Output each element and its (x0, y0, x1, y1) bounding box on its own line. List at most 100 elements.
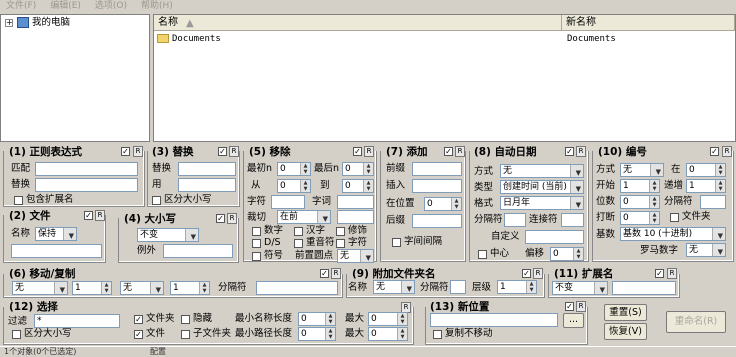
regex-enable-checkbox[interactable]: ✓ (121, 147, 130, 156)
autodate-sep-input[interactable] (504, 213, 526, 227)
remove-chars-input[interactable] (271, 195, 305, 209)
num-pad-spinner[interactable]: 0 ▲ ▼ (620, 195, 660, 209)
sel-subfolders-checkbox[interactable] (181, 330, 190, 339)
rename-button[interactable]: 重命名(R) (666, 311, 726, 333)
regex-replace-input[interactable] (35, 178, 138, 192)
remove-to-spinner[interactable]: 0 ▲ ▼ (342, 179, 374, 193)
remove-from-spinner[interactable]: 0 ▲ ▼ (277, 179, 311, 193)
file-reset-button[interactable]: R (95, 210, 105, 221)
foldername-name-dropdown[interactable]: 无 ▼ (373, 280, 415, 294)
remove-last-spinner[interactable]: 0 ▲ ▼ (342, 162, 374, 176)
folder-tree[interactable]: + 我的电脑 (0, 14, 150, 142)
autodate-mode-dropdown[interactable]: 无 ▼ (500, 164, 584, 178)
sel-max2-spinner[interactable]: 0 ▲ ▼ (368, 327, 408, 341)
reset-button[interactable]: 重置(S) (604, 304, 647, 321)
autodate-center-checkbox[interactable] (478, 250, 487, 259)
num-mode-dropdown[interactable]: 无 ▼ (620, 163, 664, 177)
spinner-arrows-icon[interactable]: ▲ ▼ (397, 328, 407, 340)
menu-help[interactable]: 帮助(H) (141, 0, 173, 14)
case-enable-checkbox[interactable]: ✓ (216, 214, 225, 223)
newlocation-reset-button[interactable]: R (576, 301, 586, 312)
selection-filter-input[interactable]: * (34, 314, 120, 328)
num-inc-spinner[interactable]: 1 ▲ ▼ (686, 179, 726, 193)
movecopy-reset-button[interactable]: R (331, 268, 341, 279)
remove-first-spinner[interactable]: 0 ▲ ▼ (277, 162, 311, 176)
sel-folders-checkbox[interactable]: ✓ (134, 315, 143, 324)
num-base-dropdown[interactable]: 基数 10 (十进制) ▼ (620, 227, 726, 241)
extension-mode-dropdown[interactable]: 不变 ▼ (552, 281, 608, 295)
spinner-arrows-icon[interactable]: ▲ ▼ (325, 328, 335, 340)
extension-reset-button[interactable]: R (667, 268, 677, 279)
spinner-arrows-icon[interactable]: ▲ ▼ (649, 212, 659, 224)
extension-enable-checkbox[interactable]: ✓ (655, 269, 664, 278)
foldername-sep-input[interactable] (450, 280, 466, 294)
file-name-input[interactable] (11, 244, 102, 258)
movecopy-b-dropdown[interactable]: 无 ▼ (120, 281, 164, 295)
add-enable-checkbox[interactable]: ✓ (444, 147, 453, 156)
file-name-dropdown[interactable]: 保持 ▼ (35, 227, 77, 241)
replace-reset-button[interactable]: R (229, 146, 239, 157)
newlocation-enable-checkbox[interactable]: ✓ (565, 302, 574, 311)
newlocation-path-input[interactable] (430, 313, 558, 327)
column-header-name[interactable]: 名称 ▲ (154, 15, 562, 31)
sel-files-checkbox[interactable]: ✓ (134, 330, 143, 339)
spinner-arrows-icon[interactable]: ▲ ▼ (715, 164, 725, 176)
browse-button[interactable]: ... (563, 313, 584, 328)
replace-enable-checkbox[interactable]: ✓ (218, 147, 227, 156)
autodate-custom-input[interactable] (525, 230, 584, 244)
foldername-levels-spinner[interactable]: 1 ▲ ▼ (497, 280, 537, 294)
autodate-type-dropdown[interactable]: 创建时间 (当前) ▼ (500, 180, 584, 194)
num-start-spinner[interactable]: 1 ▲ ▼ (620, 179, 660, 193)
sel-hidden-checkbox[interactable] (181, 315, 190, 324)
spinner-arrows-icon[interactable]: ▲ ▼ (573, 248, 583, 260)
spinner-arrows-icon[interactable]: ▲ ▼ (300, 163, 310, 175)
extension-input[interactable] (612, 281, 676, 295)
spinner-arrows-icon[interactable]: ▲ ▼ (101, 282, 111, 294)
remove-crop-dropdown[interactable]: 在前 ▼ (277, 210, 331, 224)
remove-ds-checkbox[interactable] (252, 239, 261, 248)
movecopy-sep-input[interactable] (256, 281, 338, 295)
remove-trim-checkbox[interactable] (336, 227, 345, 236)
sel-max1-spinner[interactable]: 0 ▲ ▼ (368, 312, 408, 326)
file-list[interactable]: 名称 ▲ 新名称 Documents Documents (153, 14, 736, 142)
remove-lead-dropdown[interactable]: 无 ▼ (337, 249, 374, 263)
spinner-arrows-icon[interactable]: ▲ ▼ (715, 180, 725, 192)
num-folder-checkbox[interactable] (670, 213, 679, 222)
num-break-spinner[interactable]: 0 ▲ ▼ (620, 211, 660, 225)
tree-root-label[interactable]: 我的电脑 (32, 17, 70, 29)
foldername-enable-checkbox[interactable]: ✓ (522, 269, 531, 278)
remove-reset-button[interactable]: R (364, 146, 374, 157)
regex-match-input[interactable] (35, 162, 138, 176)
remove-enable-checkbox[interactable]: ✓ (353, 147, 362, 156)
menu-edit[interactable]: 编辑(E) (50, 0, 81, 14)
case-mode-dropdown[interactable]: 不变 ▼ (137, 228, 199, 242)
case-except-input[interactable] (163, 244, 233, 258)
spinner-arrows-icon[interactable]: ▲ ▼ (397, 313, 407, 325)
movecopy-b-spinner[interactable]: 1 ▲ ▼ (170, 281, 210, 295)
autodate-format-dropdown[interactable]: 日月年 ▼ (500, 196, 584, 210)
add-insert-input[interactable] (412, 179, 462, 193)
spinner-arrows-icon[interactable]: ▲ ▼ (649, 196, 659, 208)
copy-not-move-checkbox[interactable] (433, 330, 442, 339)
movecopy-a-spinner[interactable]: 1 ▲ ▼ (72, 281, 112, 295)
add-suffix-input[interactable] (412, 214, 462, 228)
menu-file[interactable]: 文件(F) (6, 0, 36, 14)
spinner-arrows-icon[interactable]: ▲ ▼ (451, 198, 461, 210)
remove-cjk-checkbox[interactable] (294, 227, 303, 236)
remove-accent-checkbox[interactable] (294, 239, 303, 248)
spinner-arrows-icon[interactable]: ▲ ▼ (300, 180, 310, 192)
numbering-reset-button[interactable]: R (722, 146, 732, 157)
replace-input[interactable] (178, 162, 236, 176)
spinner-arrows-icon[interactable]: ▲ ▼ (363, 163, 373, 175)
revert-button[interactable]: 恢复(V) (604, 323, 647, 340)
case-reset-button[interactable]: R (227, 213, 237, 224)
autodate-join-input[interactable] (561, 213, 584, 227)
spinner-arrows-icon[interactable]: ▲ ▼ (363, 180, 373, 192)
add-atpos-spinner[interactable]: 0 ▲ ▼ (424, 197, 462, 211)
add-reset-button[interactable]: R (455, 146, 465, 157)
num-at-spinner[interactable]: 0 ▲ ▼ (686, 163, 726, 177)
movecopy-enable-checkbox[interactable]: ✓ (320, 269, 329, 278)
remove-symbols-checkbox[interactable] (252, 252, 261, 261)
autodate-offset-spinner[interactable]: 0 ▲ ▼ (550, 247, 584, 261)
sel-minname-spinner[interactable]: 0 ▲ ▼ (298, 312, 336, 326)
